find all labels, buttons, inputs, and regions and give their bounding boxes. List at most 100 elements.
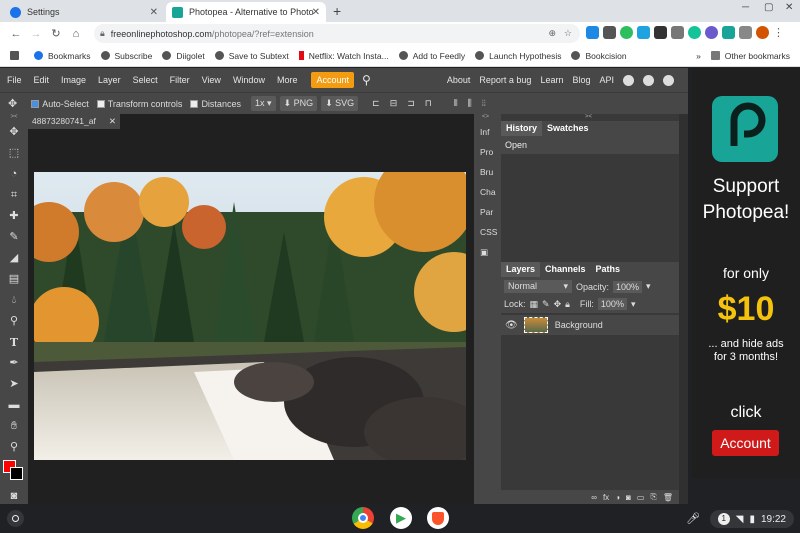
play-store-icon[interactable]: ▶ [390, 507, 412, 529]
lock-position-icon[interactable]: ✥ [554, 299, 562, 310]
bookmark-item[interactable]: Add to Feedly [398, 51, 465, 61]
link-blog[interactable]: Blog [572, 75, 590, 85]
crop-tool-icon[interactable]: ⌗ [0, 185, 28, 206]
move-tool-icon[interactable]: ✥ [0, 122, 28, 143]
layer-name[interactable]: Background [555, 320, 603, 330]
todo-extension-icon[interactable] [637, 26, 650, 39]
bookmark-item[interactable]: Netflix: Watch Insta... [298, 51, 389, 61]
panel-paragraph[interactable]: Par [474, 202, 501, 222]
layer-row[interactable]: 👁︎ Background [501, 315, 679, 335]
pen-tool-icon[interactable]: ✒ [0, 353, 28, 374]
close-icon[interactable]: ✕ [312, 7, 320, 18]
menu-edit[interactable]: Edit [34, 75, 50, 85]
transform-controls-checkbox[interactable] [96, 99, 105, 108]
chevron-down-icon[interactable]: ▾ [631, 299, 636, 310]
install-icon[interactable]: ⊕ [548, 28, 556, 39]
tab-swatches[interactable]: Swatches [542, 121, 594, 136]
bookmarks-overflow[interactable]: » [696, 51, 701, 61]
panel-collapse-icon[interactable]: >< [0, 114, 28, 122]
other-bookmarks[interactable]: Other bookmarks [710, 51, 790, 61]
zoom-select[interactable]: 1x ▾ [250, 96, 276, 111]
menu-select[interactable]: Select [133, 75, 158, 85]
bookmark-item[interactable]: Save to Subtext [214, 51, 289, 61]
lock-all-icon[interactable]: 🔒︎ [565, 299, 570, 310]
lock-transparency-icon[interactable]: ▦ [530, 299, 539, 310]
auto-select-checkbox[interactable] [31, 99, 40, 108]
color-swatches[interactable] [0, 458, 28, 486]
back-icon[interactable]: ← [6, 28, 26, 40]
twitter-icon[interactable] [643, 74, 654, 86]
url-field[interactable]: 🔒︎ freeonlinephotoshop.com/photopea/?ref… [94, 24, 580, 43]
healing-tool-icon[interactable]: ✚ [0, 206, 28, 227]
extension-icon[interactable] [671, 26, 684, 39]
panel-properties[interactable]: Pro [474, 142, 501, 162]
menu-file[interactable]: File [7, 75, 22, 85]
menu-window[interactable]: Window [233, 75, 265, 85]
link-report-bug[interactable]: Report a bug [479, 75, 531, 85]
tab-layers[interactable]: Layers [501, 262, 541, 277]
link-layers-icon[interactable]: ∞ [591, 493, 597, 502]
search-icon[interactable]: ⚲ [362, 73, 371, 87]
menu-filter[interactable]: Filter [170, 75, 190, 85]
mask-icon[interactable]: ◙ [626, 493, 631, 502]
align-left-icon[interactable]: ⊏ [372, 98, 380, 109]
link-about[interactable]: About [447, 75, 471, 85]
lasso-tool-icon[interactable]: ◔ [0, 164, 28, 185]
opacity-input[interactable]: 100% [613, 280, 643, 293]
bookmark-apps[interactable] [10, 51, 24, 60]
panel-character[interactable]: Cha [474, 182, 501, 202]
close-window-icon[interactable]: ✕ [785, 2, 793, 13]
chrome-app-icon[interactable] [352, 507, 374, 529]
distances-checkbox[interactable] [190, 99, 199, 108]
folder-icon[interactable]: ▭ [637, 493, 645, 502]
launcher-icon[interactable] [7, 510, 24, 527]
forward-icon[interactable]: → [26, 28, 46, 40]
tab-channels[interactable]: Channels [540, 262, 591, 277]
avatar[interactable] [756, 26, 769, 39]
new-tab-button[interactable]: + [333, 3, 341, 19]
fill-input[interactable]: 100% [597, 298, 627, 310]
history-item[interactable]: Open [501, 136, 679, 154]
status-tray[interactable]: 1 ◥ ▮ 19:22 [709, 510, 794, 528]
bookmark-item[interactable]: Subscribe [100, 51, 152, 61]
distribute-icon[interactable]: ⫼ [468, 98, 472, 109]
reload-icon[interactable]: ↻ [46, 27, 66, 40]
blur-tool-icon[interactable]: 💧︎ [0, 290, 28, 311]
adjustment-icon[interactable]: ◑ [615, 493, 620, 502]
photopea-extension-icon[interactable] [722, 26, 735, 39]
lock-pixels-icon[interactable]: ✎ [542, 299, 550, 310]
path-select-tool-icon[interactable]: ➤ [0, 374, 28, 395]
star-icon[interactable]: ☆ [564, 28, 572, 39]
panel-collapse-icon[interactable]: <> [474, 114, 501, 122]
hand-tool-icon[interactable]: ✋︎ [0, 416, 28, 437]
distribute-icon[interactable]: ⫴ [454, 98, 458, 109]
chevron-down-icon[interactable]: ▾ [646, 281, 651, 292]
extension-icon[interactable] [654, 26, 667, 39]
microphone-icon[interactable]: 🎤︎ [686, 512, 700, 525]
account-button[interactable]: Account [311, 72, 354, 88]
extension-icon[interactable] [705, 26, 718, 39]
new-layer-icon[interactable]: ⎘ [650, 492, 656, 502]
extension-icon[interactable] [603, 26, 616, 39]
align-right-icon[interactable]: ⊐ [407, 98, 415, 109]
panel-collapse-icon[interactable]: >< [501, 114, 679, 121]
facebook-icon[interactable] [663, 74, 674, 86]
menu-icon[interactable]: ⋮ [773, 26, 784, 39]
menu-view[interactable]: View [202, 75, 221, 85]
close-icon[interactable]: ✕ [109, 116, 116, 127]
panel-scrollbar[interactable] [679, 114, 688, 504]
marquee-tool-icon[interactable]: ⬚ [0, 143, 28, 164]
menu-layer[interactable]: Layer [98, 75, 121, 85]
image-icon[interactable]: ▣ [474, 242, 501, 262]
zoom-tool-icon[interactable]: ⚲ [0, 437, 28, 458]
tab-history[interactable]: History [501, 121, 543, 136]
bookmark-item[interactable]: Bookcision [571, 51, 627, 61]
trash-icon[interactable]: 🗑︎ [663, 493, 673, 502]
panel-info[interactable]: Inf [474, 122, 501, 142]
tab-photopea[interactable]: Photopea - Alternative to Photos ✕ [166, 2, 326, 22]
bookmark-item[interactable]: Bookmarks [34, 51, 91, 61]
eraser-tool-icon[interactable]: ◢ [0, 248, 28, 269]
gradient-tool-icon[interactable]: ▤ [0, 269, 28, 290]
background-color[interactable] [10, 467, 23, 480]
document-canvas[interactable] [34, 172, 466, 460]
